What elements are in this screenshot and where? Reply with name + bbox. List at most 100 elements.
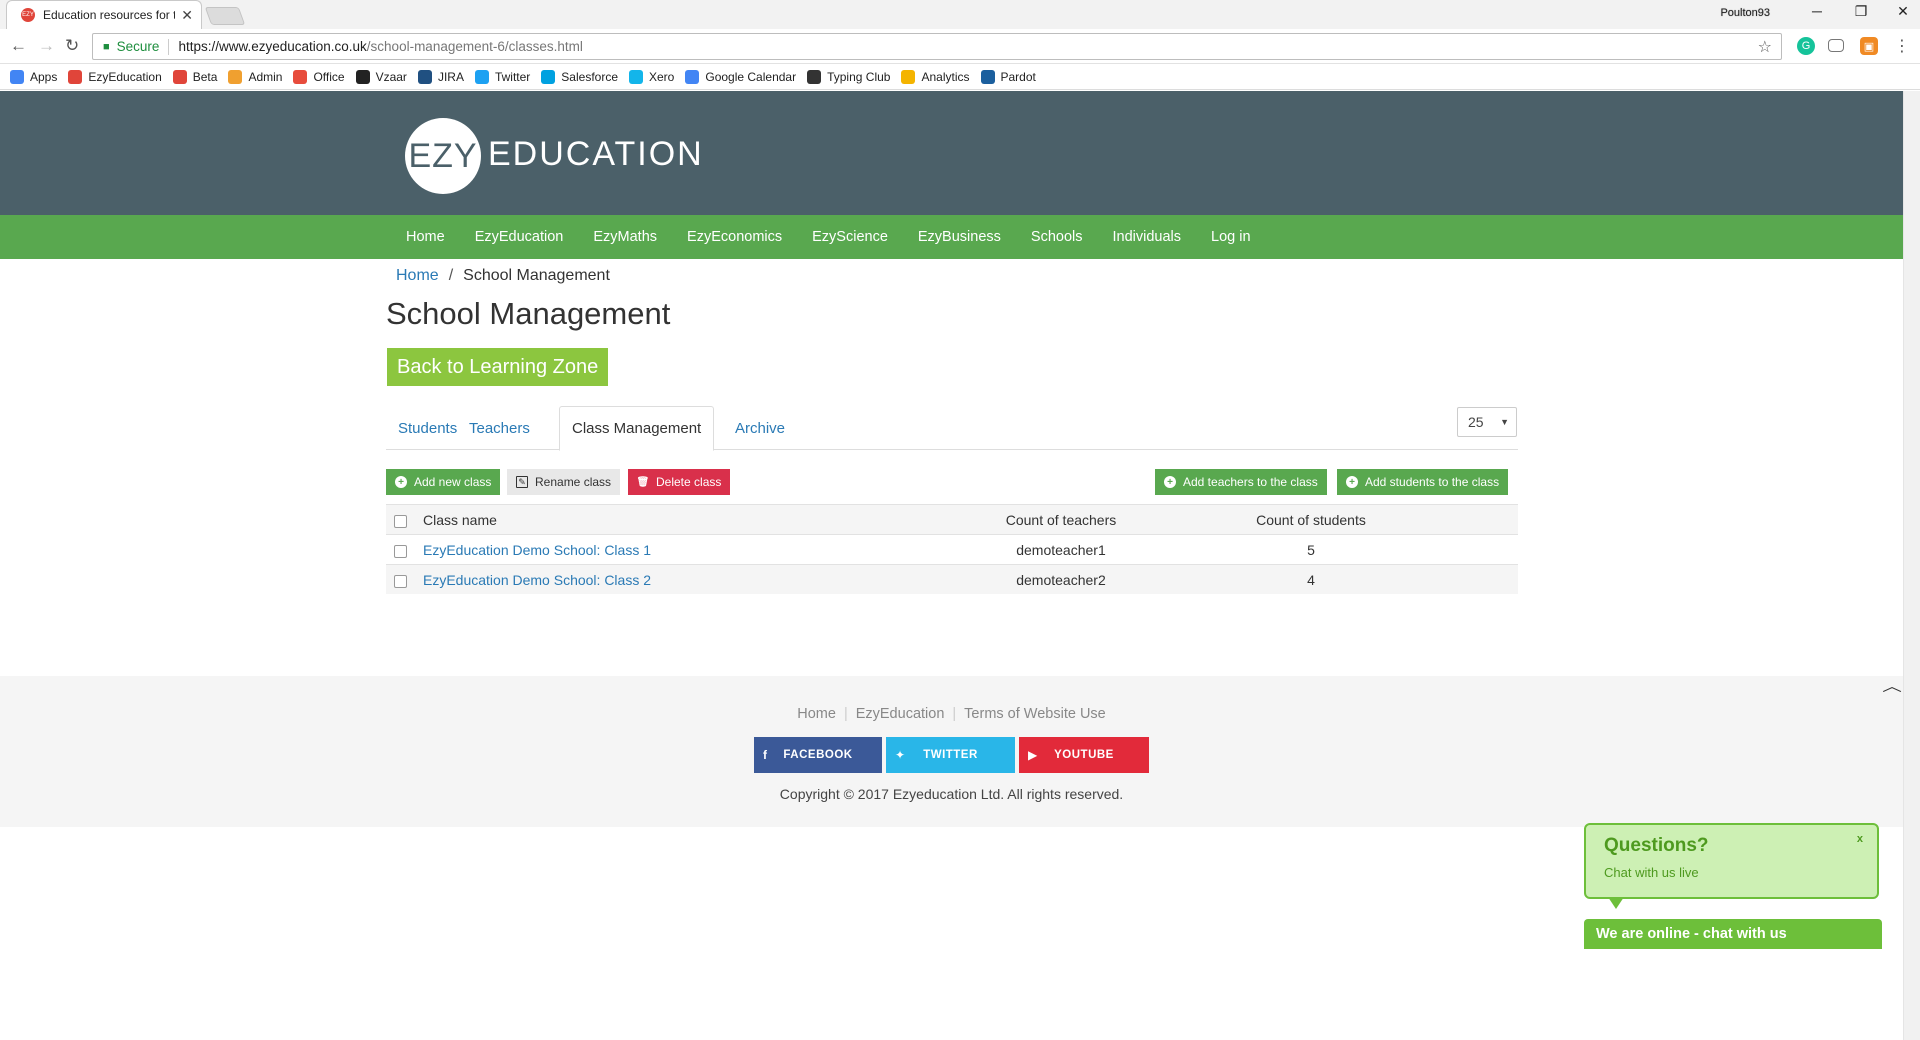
tab-title: Education resources for t	[43, 8, 176, 22]
chat-bubble-tail	[1608, 897, 1624, 909]
footer-link-home[interactable]: Home	[797, 706, 836, 722]
trash-icon: 🗑	[636, 476, 650, 488]
bookmark-item[interactable]: Beta	[172, 69, 217, 84]
breadcrumb-current: School Management	[463, 267, 610, 284]
page-scrollbar[interactable]	[1903, 91, 1920, 1040]
back-arrow-icon[interactable]: ←	[10, 36, 27, 56]
nav-item-ezyscience[interactable]: EzyScience	[812, 229, 888, 245]
rename-class-button[interactable]: ✎ Rename class	[507, 469, 621, 495]
bookmark-item[interactable]: EzyEducation	[68, 69, 162, 84]
bookmark-item[interactable]: Twitter	[474, 69, 530, 84]
tab-teachers[interactable]: Teachers	[457, 406, 542, 450]
nav-item-ezybusiness[interactable]: EzyBusiness	[918, 229, 1001, 245]
bookmark-favicon-icon	[901, 69, 916, 84]
select-all-checkbox[interactable]	[394, 515, 407, 528]
logo-circle[interactable]: EZY	[405, 118, 481, 194]
twitter-button[interactable]: ✦ TWITTER	[886, 737, 1015, 773]
bookmark-item[interactable]: Pardot	[980, 69, 1036, 84]
browser-tab[interactable]: EZY Education resources for t ✕	[6, 0, 202, 29]
column-count-students[interactable]: Count of students	[1226, 512, 1396, 528]
extension-off-icon[interactable]: ▣	[1860, 37, 1878, 55]
add-new-class-button[interactable]: + Add new class	[386, 469, 501, 495]
twitter-icon: ✦	[895, 748, 906, 762]
bookmark-item[interactable]: JIRA	[417, 69, 464, 84]
bookmark-item[interactable]: Admin	[228, 69, 282, 84]
bookmark-favicon-icon	[68, 69, 83, 84]
tab-class-management[interactable]: Class Management	[559, 406, 715, 451]
nav-item-home[interactable]: Home	[406, 229, 445, 245]
minimize-icon[interactable]: ─	[1802, 3, 1832, 19]
address-bar[interactable]: ■ Secure https://www.ezyeducation.co.uk …	[92, 33, 1782, 60]
tab-close-icon[interactable]: ✕	[181, 7, 193, 24]
main-nav: Home EzyEducation EzyMaths EzyEconomics EzyS…	[0, 215, 1903, 259]
delete-class-button[interactable]: 🗑 Delete class	[628, 469, 731, 495]
row-checkbox[interactable]	[394, 545, 407, 558]
menu-dots-icon[interactable]: ⋮	[1893, 37, 1911, 55]
table-row: EzyEducation Demo School: Class 2 demote…	[386, 564, 1518, 594]
back-to-learning-zone-button[interactable]: Back to Learning Zone	[387, 348, 609, 386]
chat-close-icon[interactable]: x	[1857, 833, 1863, 845]
bookmark-item[interactable]: Xero	[629, 69, 674, 84]
bookmark-item[interactable]: Salesforce	[541, 69, 618, 84]
plus-circle-icon: +	[1164, 476, 1176, 488]
cast-icon[interactable]	[1828, 39, 1844, 52]
bookmark-favicon-icon	[474, 69, 489, 84]
scroll-to-top-icon[interactable]: ︿	[1882, 676, 1902, 696]
breadcrumb-home[interactable]: Home	[396, 267, 439, 285]
new-tab-button[interactable]	[204, 7, 246, 25]
add-teachers-button[interactable]: + Add teachers to the class	[1155, 469, 1327, 495]
chat-title: Questions?	[1604, 835, 1709, 856]
bookmark-favicon-icon	[807, 69, 822, 84]
column-class-name[interactable]: Class name	[423, 512, 497, 528]
student-count-cell: 5	[1307, 541, 1315, 558]
column-count-teachers[interactable]: Count of teachers	[976, 512, 1146, 528]
footer-links: Home | EzyEducation | Terms of Website Use	[797, 706, 1106, 722]
close-window-icon[interactable]: ✕	[1888, 3, 1918, 20]
profile-name[interactable]: Poulton93	[1720, 7, 1770, 19]
chat-invite-bubble[interactable]: Questions? Chat with us live x	[1584, 823, 1879, 899]
copyright-text: Copyright © 2017 Ezyeducation Ltd. All r…	[779, 786, 1124, 802]
per-page-value: 25	[1468, 414, 1484, 430]
bookmark-item[interactable]: Typing Club	[807, 69, 890, 84]
class-name-link[interactable]: EzyEducation Demo School: Class 2	[423, 572, 651, 588]
bookmark-star-icon[interactable]: ☆	[1758, 37, 1772, 57]
nav-item-ezyeducation[interactable]: EzyEducation	[475, 229, 564, 245]
grammarly-icon[interactable]: G	[1797, 37, 1815, 55]
nav-item-schools[interactable]: Schools	[1031, 229, 1083, 245]
per-page-select[interactable]: 25 ▼	[1457, 407, 1517, 437]
chat-online-bar[interactable]: We are online - chat with us	[1584, 919, 1882, 949]
tab-favicon-icon: EZY	[21, 8, 35, 22]
class-name-link[interactable]: EzyEducation Demo School: Class 1	[423, 542, 651, 558]
add-students-button[interactable]: + Add students to the class	[1337, 469, 1509, 495]
restore-icon[interactable]: ❐	[1846, 3, 1876, 20]
bookmark-item[interactable]: Analytics	[901, 69, 970, 84]
logo-text[interactable]: EDUCATION	[488, 135, 704, 174]
caret-down-icon: ▼	[1500, 417, 1509, 427]
bookmark-favicon-icon	[629, 69, 643, 84]
bookmark-favicon-icon	[10, 69, 24, 84]
bookmark-item[interactable]: Office	[293, 69, 345, 84]
forward-arrow-icon[interactable]: →	[38, 36, 55, 56]
nav-item-individuals[interactable]: Individuals	[1113, 229, 1182, 245]
bookmark-item[interactable]: Google Calendar	[685, 69, 796, 84]
edit-icon: ✎	[516, 476, 528, 488]
tab-archive[interactable]: Archive	[723, 406, 797, 450]
footer-link-ezyeducation[interactable]: EzyEducation	[856, 706, 945, 722]
url-host: https://www.ezyeducation.co.uk	[178, 39, 367, 54]
browser-tabbar: EZY Education resources for t ✕ Poulton9…	[0, 0, 1920, 29]
bookmark-item[interactable]: Vzaar	[355, 69, 407, 84]
page-title: School Management	[386, 296, 671, 331]
url-path: /school-management-6/classes.html	[366, 39, 583, 54]
bookmark-item[interactable]: Apps	[10, 69, 57, 84]
row-checkbox[interactable]	[394, 575, 407, 588]
youtube-button[interactable]: ▶ YOUTUBE	[1019, 737, 1149, 773]
nav-item-ezyeconomics[interactable]: EzyEconomics	[687, 229, 782, 245]
footer-link-terms[interactable]: Terms of Website Use	[964, 706, 1106, 722]
bookmark-favicon-icon	[355, 69, 370, 84]
reload-icon[interactable]: ↻	[65, 36, 79, 56]
browser-toolbar: ← → ↻ ■ Secure https://www.ezyeducation.…	[0, 29, 1920, 64]
nav-item-ezymaths[interactable]: EzyMaths	[593, 229, 657, 245]
plus-circle-icon: +	[1346, 476, 1358, 488]
facebook-button[interactable]: f FACEBOOK	[754, 737, 882, 773]
nav-item-log-in[interactable]: Log in	[1211, 229, 1251, 245]
